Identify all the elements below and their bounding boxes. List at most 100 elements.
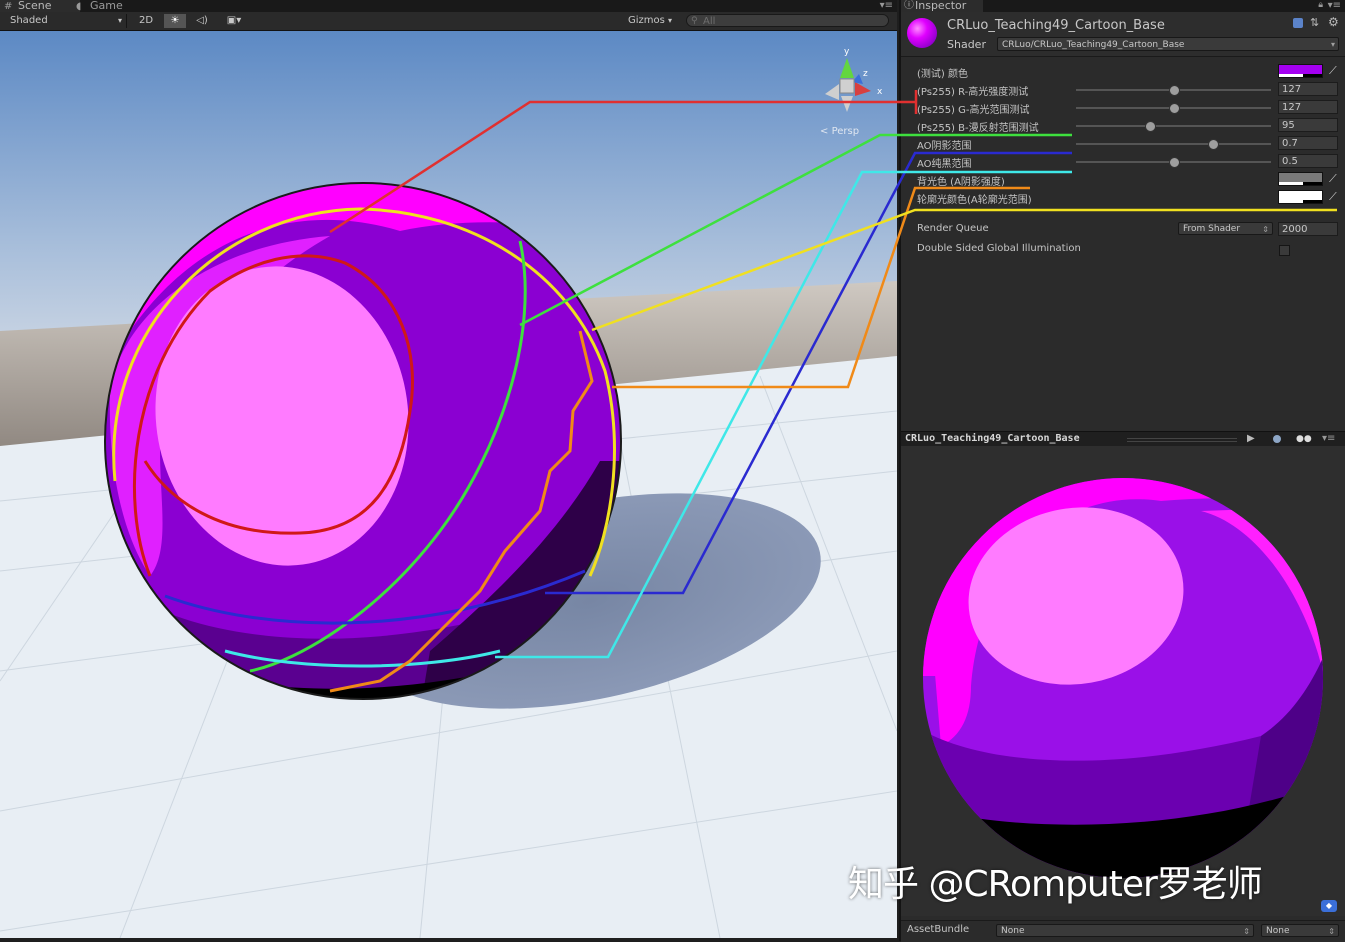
- panel-menu-icon[interactable]: ▾≡: [1328, 0, 1341, 11]
- property-row: AO阴影范围 0.7: [901, 135, 1345, 153]
- slider-thumb[interactable]: [1168, 85, 1180, 96]
- scene-render: y z x < Persp: [0, 31, 897, 938]
- material-preview[interactable]: [901, 446, 1345, 916]
- scene-search-input[interactable]: ⚲ All: [686, 14, 889, 27]
- eyedropper-icon[interactable]: ⟋: [1329, 64, 1341, 78]
- assetbundle-variant-dropdown[interactable]: None ⇕: [1261, 924, 1339, 937]
- effects-dropdown[interactable]: ▣▾: [220, 14, 248, 28]
- property-color-swatch[interactable]: [1278, 64, 1323, 78]
- alpha-fill: [1279, 200, 1303, 203]
- image-icon: ▣▾: [226, 15, 242, 26]
- property-slider[interactable]: [1076, 139, 1271, 150]
- preview-sphere: [923, 478, 1323, 878]
- tab-game[interactable]: ◖ Game: [72, 0, 154, 12]
- scene-panel: # Scene ◖ Game ▾≡ Shaded ▾ 2D ☀ ◁) ▣▾ Gi…: [0, 0, 897, 941]
- property-label: 轮廓光颜色(A轮廓光范围): [917, 195, 1032, 206]
- lights-icon[interactable]: ●●: [1296, 434, 1312, 444]
- chevron-down-icon: ▾: [668, 16, 673, 25]
- tab-inspector-label: Inspector: [915, 0, 967, 12]
- draw-mode-dropdown[interactable]: Shaded ▾: [10, 14, 127, 28]
- eyedropper-icon[interactable]: ⟋: [1329, 172, 1341, 186]
- chevron-down-icon: ▾: [1330, 40, 1335, 49]
- property-value: 0.5: [1282, 156, 1298, 167]
- lock-icon[interactable]: 🔒︎: [1318, 0, 1323, 10]
- gizmos-dropdown[interactable]: Gizmos ▾: [628, 14, 678, 28]
- shader-label: Shader: [947, 38, 986, 51]
- inspector-panel: ⓘ Inspector 🔒︎ ▾≡ CRLuo_Teaching49_Carto…: [899, 0, 1345, 942]
- slider-thumb[interactable]: [1168, 103, 1180, 114]
- preset-icon[interactable]: ⇅: [1310, 16, 1319, 29]
- property-row: 背光色 (A阴影强度) ⟋: [901, 171, 1345, 189]
- eyedropper-icon[interactable]: ⟋: [1329, 190, 1341, 204]
- property-label: (Ps255) G-高光范围测试: [917, 105, 1030, 116]
- gizmo-axis-z-label: z: [863, 69, 868, 79]
- property-row: 轮廓光颜色(A轮廓光范围) ⟋: [901, 189, 1345, 207]
- sun-icon: ☀: [170, 15, 180, 26]
- assetbundle-name-dropdown[interactable]: None ⇕: [996, 924, 1254, 937]
- property-slider[interactable]: [1076, 121, 1271, 132]
- scene-viewport[interactable]: y z x < Persp: [0, 31, 897, 938]
- assetbundle-label: AssetBundle: [907, 924, 970, 935]
- play-icon[interactable]: ▶: [1247, 432, 1255, 446]
- tab-inspector[interactable]: ⓘ Inspector: [901, 0, 983, 12]
- preview-header: CRLuo_Teaching49_Cartoon_Base ▶ ●● ▾≡: [901, 431, 1345, 447]
- 2d-toggle-button[interactable]: 2D: [134, 14, 158, 28]
- property-value-input[interactable]: 127: [1278, 82, 1338, 96]
- panel-menu-icon[interactable]: ▾≡: [880, 0, 893, 11]
- updown-arrow-icon: ⇕: [1262, 225, 1269, 234]
- render-queue-row: Render Queue From Shader ⇕ 2000: [901, 221, 1345, 239]
- render-queue-value: 2000: [1282, 224, 1308, 235]
- assetbundle-name: None: [1001, 926, 1025, 936]
- audio-toggle-button[interactable]: ◁): [192, 14, 212, 28]
- property-color-swatch[interactable]: [1278, 172, 1323, 186]
- property-row: (Ps255) G-高光范围测试 127: [901, 99, 1345, 117]
- 2d-toggle-label: 2D: [138, 15, 154, 26]
- property-slider[interactable]: [1076, 85, 1271, 96]
- property-label: 背光色 (A阴影强度): [917, 177, 1005, 188]
- tab-scene-label: Scene: [18, 0, 52, 12]
- property-slider[interactable]: [1076, 103, 1271, 114]
- info-icon: ⓘ: [904, 0, 914, 11]
- preview-title: CRLuo_Teaching49_Cartoon_Base: [905, 433, 1080, 444]
- alpha-bar: [1279, 182, 1322, 185]
- help-book-icon[interactable]: [1293, 18, 1303, 28]
- chevron-down-icon: ▾: [117, 16, 122, 25]
- material-title: CRLuo_Teaching49_Cartoon_Base: [947, 18, 1165, 33]
- updown-arrow-icon: ⇕: [1243, 927, 1250, 936]
- property-label: (测试) 颜色: [917, 69, 968, 80]
- shader-dropdown[interactable]: CRLuo/CRLuo_Teaching49_Cartoon_Base ▾: [997, 37, 1339, 51]
- assetbundle-bar: AssetBundle None ⇕ None ⇕: [901, 920, 1345, 942]
- search-icon: ⚲: [691, 16, 698, 26]
- speaker-icon: ◁): [196, 15, 208, 26]
- property-label: AO纯黑范围: [917, 159, 972, 170]
- slider-thumb[interactable]: [1168, 157, 1180, 168]
- label-tag-icon[interactable]: ◆: [1321, 900, 1337, 912]
- alpha-fill: [1279, 182, 1303, 185]
- watermark-text: 知乎 @CRomputer罗老师: [848, 864, 1263, 905]
- render-queue-mode-dropdown[interactable]: From Shader ⇕: [1178, 222, 1273, 235]
- property-label: (Ps255) B-漫反射范围测试: [917, 123, 1039, 134]
- tab-scene[interactable]: # Scene: [0, 0, 80, 12]
- slider-thumb[interactable]: [1145, 121, 1157, 132]
- property-value: 0.7: [1282, 138, 1298, 149]
- gizmo-axis-x-label: x: [877, 87, 883, 97]
- property-color-swatch[interactable]: [1278, 190, 1323, 204]
- slider-thumb[interactable]: [1207, 139, 1219, 150]
- property-value-input[interactable]: 0.7: [1278, 136, 1338, 150]
- render-queue-input[interactable]: 2000: [1278, 222, 1338, 236]
- sphere-preview-icon[interactable]: [1273, 435, 1281, 443]
- alpha-bar: [1279, 74, 1322, 77]
- gear-icon[interactable]: ⚙: [1328, 15, 1339, 29]
- render-queue-mode: From Shader: [1183, 224, 1241, 234]
- inspector-tabbar: ⓘ Inspector 🔒︎ ▾≡: [901, 0, 1345, 12]
- lighting-toggle-button[interactable]: ☀: [164, 14, 186, 28]
- property-value-input[interactable]: 127: [1278, 100, 1338, 114]
- menu-icon[interactable]: ▾≡: [1322, 432, 1335, 446]
- scene-tabbar: # Scene ◖ Game ▾≡: [0, 0, 897, 12]
- property-slider[interactable]: [1076, 157, 1271, 168]
- property-value-input[interactable]: 0.5: [1278, 154, 1338, 168]
- tab-game-label: Game: [90, 0, 123, 12]
- dsgi-checkbox[interactable]: [1279, 245, 1290, 256]
- preview-drag-handle[interactable]: [1127, 438, 1237, 442]
- property-value-input[interactable]: 95: [1278, 118, 1338, 132]
